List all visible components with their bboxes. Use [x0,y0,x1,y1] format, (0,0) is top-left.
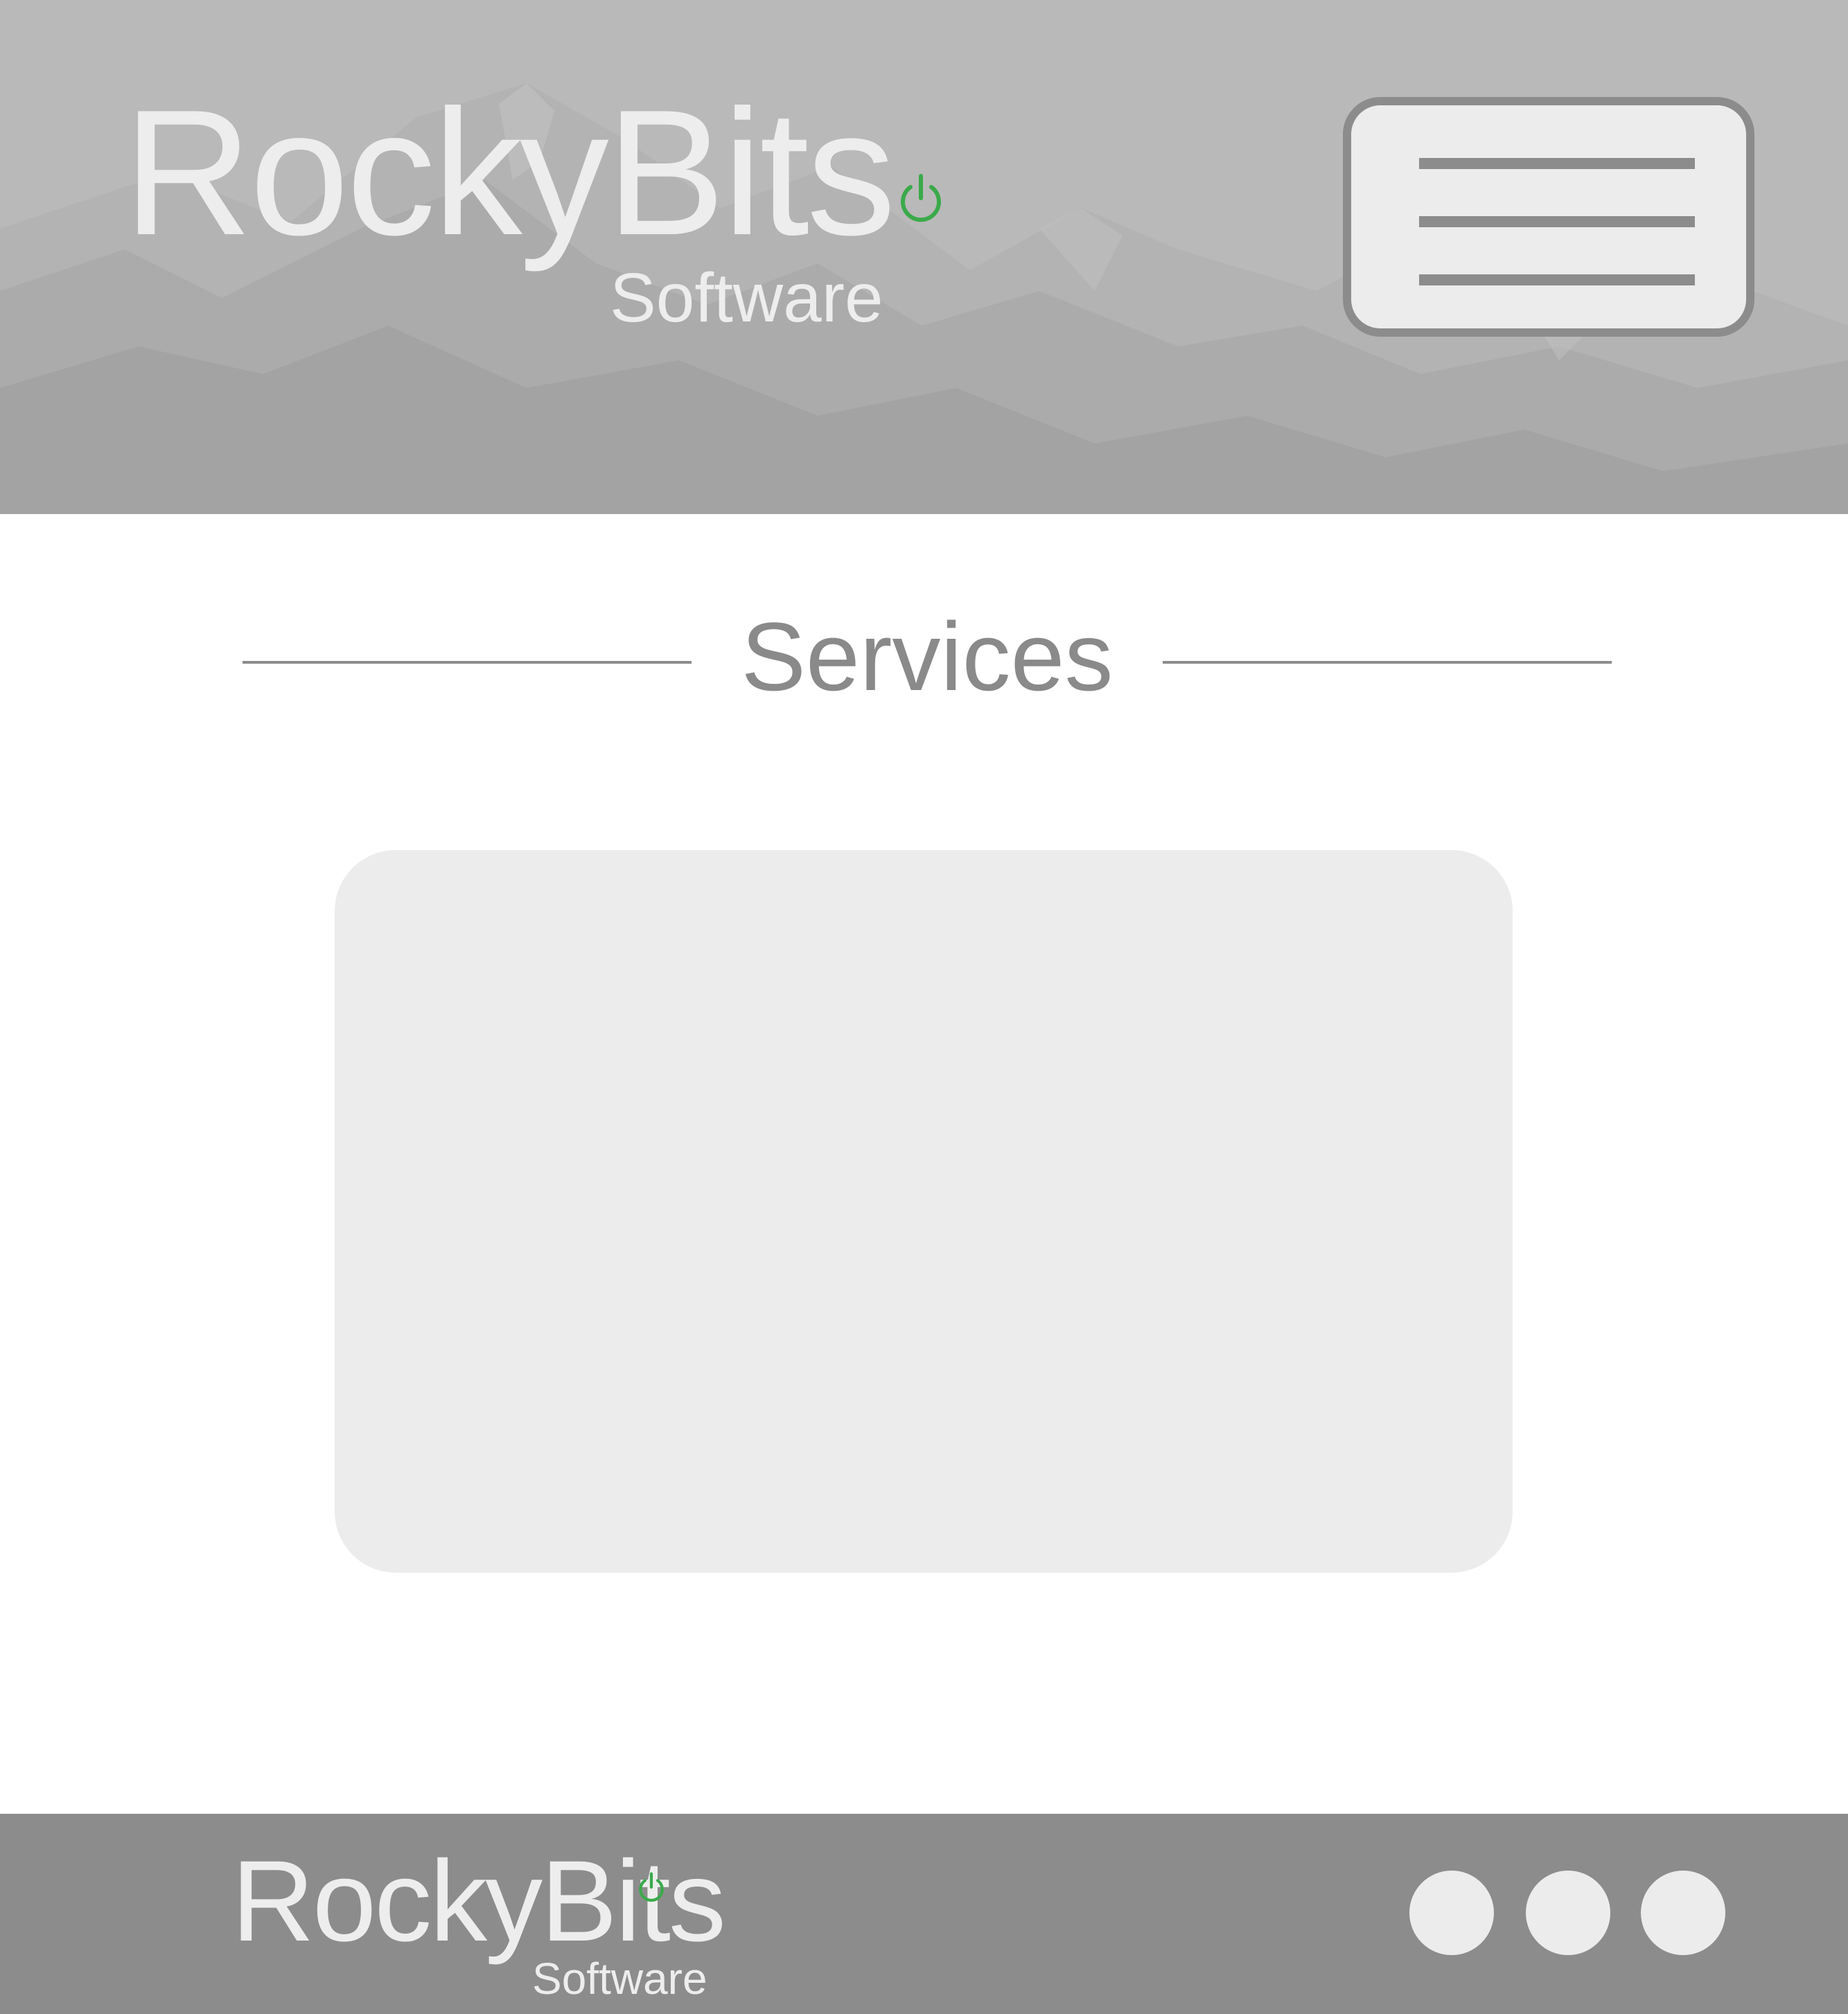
footer-logo[interactable]: RockyBits Software [231,1844,786,2011]
divider-right [1163,661,1612,664]
logo-subtitle: Software [610,259,883,337]
social-links [1409,1871,1728,1956]
hamburger-menu-icon [1419,216,1695,227]
hamburger-menu-icon [1419,274,1695,285]
section-title: Services [741,602,1114,711]
hamburger-menu-button[interactable] [1343,97,1754,337]
site-footer: RockyBits Software [0,1814,1848,2014]
power-icon [639,1872,664,1902]
power-icon [901,174,941,222]
social-link-2-circle-icon[interactable] [1526,1871,1610,1955]
logo-name: RockyBits [123,72,896,272]
services-section-header: Services [0,596,1848,727]
services-content-card [335,850,1513,1573]
logo-subtitle: Software [532,1954,707,2004]
social-link-1-circle-icon[interactable] [1409,1871,1494,1955]
site-header: RockyBits Software [0,0,1848,514]
divider-left [243,661,692,664]
hamburger-menu-icon [1419,158,1695,169]
social-link-3-circle-icon[interactable] [1641,1871,1725,1955]
header-logo[interactable]: RockyBits Software [123,83,983,339]
